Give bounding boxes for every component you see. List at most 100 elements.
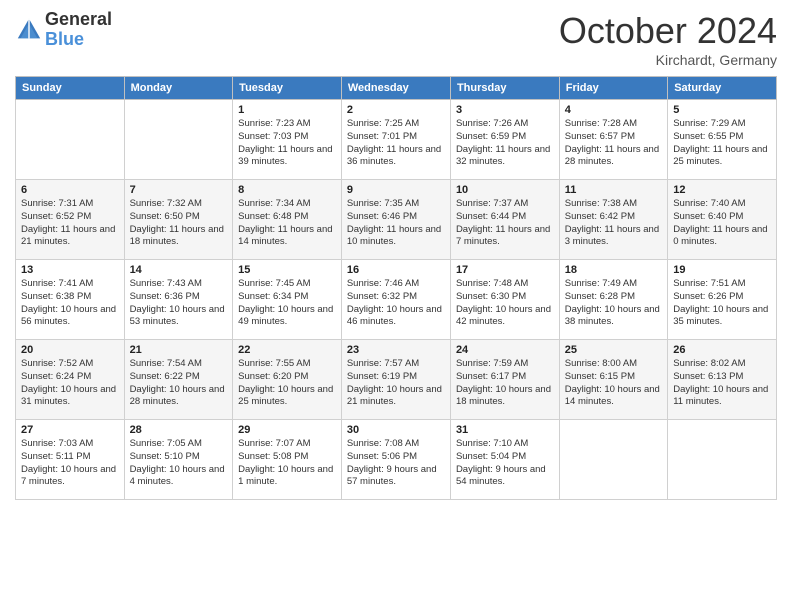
day-number: 11 bbox=[565, 184, 662, 196]
sunset-text: Sunset: 6:50 PM bbox=[130, 211, 200, 222]
sunset-text: Sunset: 6:13 PM bbox=[673, 371, 743, 382]
day-number: 10 bbox=[456, 184, 554, 196]
day-detail: Sunrise: 7:03 AM Sunset: 5:11 PM Dayligh… bbox=[21, 438, 119, 489]
daylight-text: Daylight: 10 hours and 46 minutes. bbox=[347, 304, 442, 328]
day-detail: Sunrise: 7:07 AM Sunset: 5:08 PM Dayligh… bbox=[238, 438, 336, 489]
day-detail: Sunrise: 7:05 AM Sunset: 5:10 PM Dayligh… bbox=[130, 438, 228, 489]
sunrise-text: Sunrise: 7:55 AM bbox=[238, 358, 310, 369]
sunrise-text: Sunrise: 7:23 AM bbox=[238, 118, 310, 129]
daylight-text: Daylight: 10 hours and 1 minute. bbox=[238, 464, 333, 488]
daylight-text: Daylight: 10 hours and 31 minutes. bbox=[21, 384, 116, 408]
sunset-text: Sunset: 6:24 PM bbox=[21, 371, 91, 382]
sunset-text: Sunset: 6:34 PM bbox=[238, 291, 308, 302]
calendar-day-cell: 20 Sunrise: 7:52 AM Sunset: 6:24 PM Dayl… bbox=[16, 340, 125, 420]
calendar-day-cell: 4 Sunrise: 7:28 AM Sunset: 6:57 PM Dayli… bbox=[559, 100, 667, 180]
calendar-day-cell: 3 Sunrise: 7:26 AM Sunset: 6:59 PM Dayli… bbox=[450, 100, 559, 180]
title-block: October 2024 Kirchardt, Germany bbox=[559, 10, 777, 68]
sunset-text: Sunset: 5:11 PM bbox=[21, 451, 91, 462]
sunrise-text: Sunrise: 7:52 AM bbox=[21, 358, 93, 369]
sunrise-text: Sunrise: 7:35 AM bbox=[347, 198, 419, 209]
daylight-text: Daylight: 10 hours and 25 minutes. bbox=[238, 384, 333, 408]
daylight-text: Daylight: 11 hours and 36 minutes. bbox=[347, 144, 441, 168]
day-number: 26 bbox=[673, 344, 771, 356]
calendar-day-cell bbox=[668, 420, 777, 500]
calendar-day-header: Wednesday bbox=[341, 77, 450, 100]
day-number: 4 bbox=[565, 104, 662, 116]
day-detail: Sunrise: 8:00 AM Sunset: 6:15 PM Dayligh… bbox=[565, 358, 662, 409]
sunrise-text: Sunrise: 7:54 AM bbox=[130, 358, 202, 369]
calendar-day-cell: 29 Sunrise: 7:07 AM Sunset: 5:08 PM Dayl… bbox=[233, 420, 342, 500]
daylight-text: Daylight: 9 hours and 54 minutes. bbox=[456, 464, 546, 488]
day-number: 15 bbox=[238, 264, 336, 276]
daylight-text: Daylight: 10 hours and 28 minutes. bbox=[130, 384, 225, 408]
day-number: 12 bbox=[673, 184, 771, 196]
sunset-text: Sunset: 5:08 PM bbox=[238, 451, 308, 462]
calendar-week-row: 13 Sunrise: 7:41 AM Sunset: 6:38 PM Dayl… bbox=[16, 260, 777, 340]
sunset-text: Sunset: 6:57 PM bbox=[565, 131, 635, 142]
calendar-day-cell: 11 Sunrise: 7:38 AM Sunset: 6:42 PM Dayl… bbox=[559, 180, 667, 260]
calendar-day-header: Friday bbox=[559, 77, 667, 100]
sunset-text: Sunset: 6:36 PM bbox=[130, 291, 200, 302]
sunrise-text: Sunrise: 7:26 AM bbox=[456, 118, 528, 129]
daylight-text: Daylight: 10 hours and 21 minutes. bbox=[347, 384, 442, 408]
day-detail: Sunrise: 7:57 AM Sunset: 6:19 PM Dayligh… bbox=[347, 358, 445, 409]
calendar-day-cell: 1 Sunrise: 7:23 AM Sunset: 7:03 PM Dayli… bbox=[233, 100, 342, 180]
sunset-text: Sunset: 6:44 PM bbox=[456, 211, 526, 222]
daylight-text: Daylight: 11 hours and 3 minutes. bbox=[565, 224, 659, 248]
calendar-day-cell: 13 Sunrise: 7:41 AM Sunset: 6:38 PM Dayl… bbox=[16, 260, 125, 340]
calendar-day-cell: 2 Sunrise: 7:25 AM Sunset: 7:01 PM Dayli… bbox=[341, 100, 450, 180]
daylight-text: Daylight: 11 hours and 10 minutes. bbox=[347, 224, 441, 248]
day-detail: Sunrise: 7:45 AM Sunset: 6:34 PM Dayligh… bbox=[238, 278, 336, 329]
calendar-header-row: SundayMondayTuesdayWednesdayThursdayFrid… bbox=[16, 77, 777, 100]
daylight-text: Daylight: 11 hours and 14 minutes. bbox=[238, 224, 332, 248]
sunrise-text: Sunrise: 7:48 AM bbox=[456, 278, 528, 289]
day-detail: Sunrise: 8:02 AM Sunset: 6:13 PM Dayligh… bbox=[673, 358, 771, 409]
calendar-day-cell: 12 Sunrise: 7:40 AM Sunset: 6:40 PM Dayl… bbox=[668, 180, 777, 260]
daylight-text: Daylight: 10 hours and 4 minutes. bbox=[130, 464, 225, 488]
daylight-text: Daylight: 10 hours and 35 minutes. bbox=[673, 304, 768, 328]
sunset-text: Sunset: 6:52 PM bbox=[21, 211, 91, 222]
sunset-text: Sunset: 7:03 PM bbox=[238, 131, 308, 142]
daylight-text: Daylight: 11 hours and 18 minutes. bbox=[130, 224, 224, 248]
logo-blue: Blue bbox=[45, 30, 112, 50]
daylight-text: Daylight: 10 hours and 7 minutes. bbox=[21, 464, 116, 488]
day-detail: Sunrise: 7:54 AM Sunset: 6:22 PM Dayligh… bbox=[130, 358, 228, 409]
sunrise-text: Sunrise: 7:51 AM bbox=[673, 278, 745, 289]
sunrise-text: Sunrise: 8:02 AM bbox=[673, 358, 745, 369]
day-detail: Sunrise: 7:41 AM Sunset: 6:38 PM Dayligh… bbox=[21, 278, 119, 329]
sunrise-text: Sunrise: 7:34 AM bbox=[238, 198, 310, 209]
logo-general: General bbox=[45, 10, 112, 30]
sunrise-text: Sunrise: 7:28 AM bbox=[565, 118, 637, 129]
daylight-text: Daylight: 11 hours and 32 minutes. bbox=[456, 144, 550, 168]
calendar-day-cell: 30 Sunrise: 7:08 AM Sunset: 5:06 PM Dayl… bbox=[341, 420, 450, 500]
day-number: 3 bbox=[456, 104, 554, 116]
day-number: 23 bbox=[347, 344, 445, 356]
day-number: 30 bbox=[347, 424, 445, 436]
calendar-day-cell: 25 Sunrise: 8:00 AM Sunset: 6:15 PM Dayl… bbox=[559, 340, 667, 420]
month-title: October 2024 bbox=[559, 10, 777, 52]
calendar-week-row: 1 Sunrise: 7:23 AM Sunset: 7:03 PM Dayli… bbox=[16, 100, 777, 180]
sunset-text: Sunset: 6:17 PM bbox=[456, 371, 526, 382]
day-detail: Sunrise: 7:31 AM Sunset: 6:52 PM Dayligh… bbox=[21, 198, 119, 249]
sunset-text: Sunset: 6:59 PM bbox=[456, 131, 526, 142]
sunset-text: Sunset: 6:46 PM bbox=[347, 211, 417, 222]
day-detail: Sunrise: 7:55 AM Sunset: 6:20 PM Dayligh… bbox=[238, 358, 336, 409]
sunset-text: Sunset: 6:20 PM bbox=[238, 371, 308, 382]
calendar-day-cell: 9 Sunrise: 7:35 AM Sunset: 6:46 PM Dayli… bbox=[341, 180, 450, 260]
sunrise-text: Sunrise: 7:57 AM bbox=[347, 358, 419, 369]
day-detail: Sunrise: 7:52 AM Sunset: 6:24 PM Dayligh… bbox=[21, 358, 119, 409]
calendar-day-cell: 10 Sunrise: 7:37 AM Sunset: 6:44 PM Dayl… bbox=[450, 180, 559, 260]
daylight-text: Daylight: 10 hours and 42 minutes. bbox=[456, 304, 551, 328]
day-number: 9 bbox=[347, 184, 445, 196]
daylight-text: Daylight: 10 hours and 53 minutes. bbox=[130, 304, 225, 328]
day-number: 13 bbox=[21, 264, 119, 276]
day-detail: Sunrise: 7:25 AM Sunset: 7:01 PM Dayligh… bbox=[347, 118, 445, 169]
sunrise-text: Sunrise: 7:10 AM bbox=[456, 438, 528, 449]
day-number: 31 bbox=[456, 424, 554, 436]
daylight-text: Daylight: 10 hours and 56 minutes. bbox=[21, 304, 116, 328]
sunset-text: Sunset: 6:30 PM bbox=[456, 291, 526, 302]
logo: General Blue bbox=[15, 10, 112, 50]
day-detail: Sunrise: 7:28 AM Sunset: 6:57 PM Dayligh… bbox=[565, 118, 662, 169]
daylight-text: Daylight: 11 hours and 0 minutes. bbox=[673, 224, 767, 248]
sunset-text: Sunset: 6:22 PM bbox=[130, 371, 200, 382]
